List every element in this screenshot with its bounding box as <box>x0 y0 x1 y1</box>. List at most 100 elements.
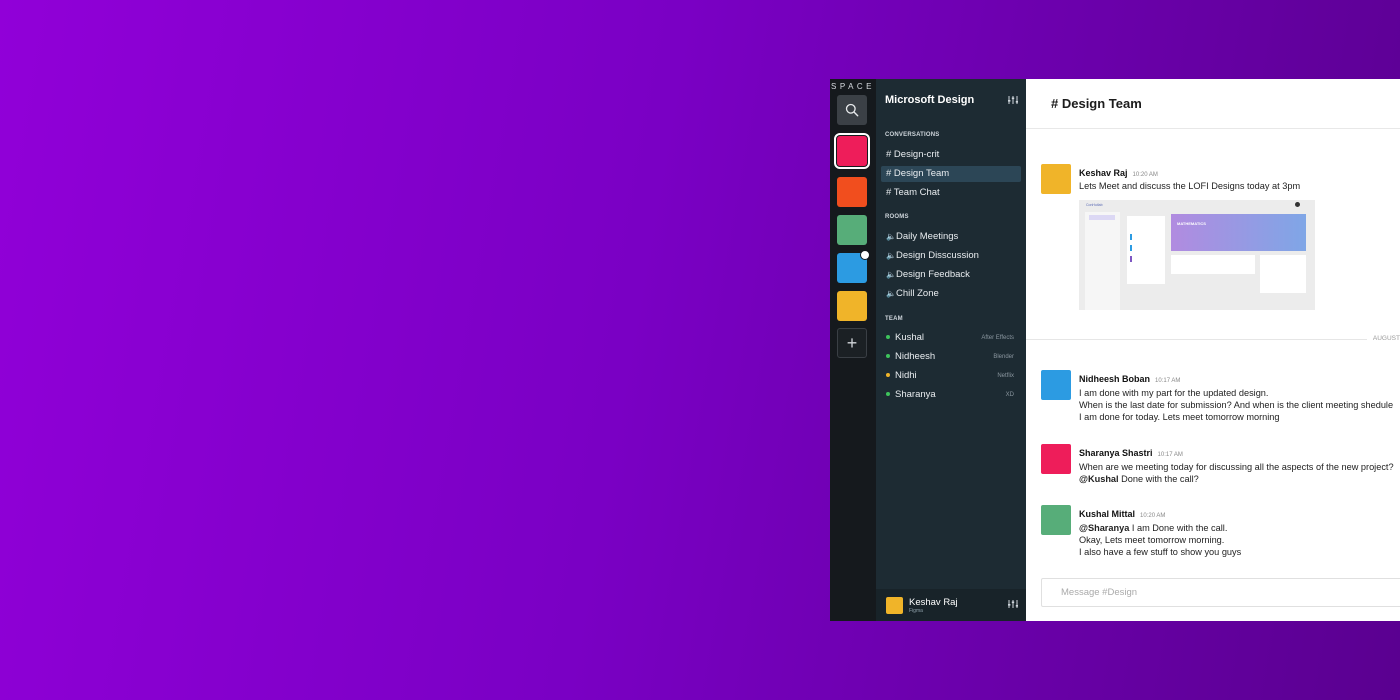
message-text: Okay, Lets meet tomorrow morning. <box>1079 535 1225 545</box>
avatar[interactable] <box>1041 444 1071 474</box>
search-button[interactable] <box>837 95 867 125</box>
room-design-disscussion[interactable]: 🔈Design Disscussion <box>881 248 1021 264</box>
message-author[interactable]: Sharanya Shastri 10:17 AM <box>1079 448 1183 458</box>
speaker-icon: 🔈 <box>886 289 896 298</box>
message-text: I am done for today. Lets meet tomorrow … <box>1079 412 1280 422</box>
message-text: I am done with my part for the updated d… <box>1079 388 1269 398</box>
team-member-sharanya[interactable]: Sharanya XD <box>881 387 1021 403</box>
chat-main: # Design Team Keshav Raj 10:20 AM Lets Me… <box>1026 79 1400 621</box>
workspace-2-button[interactable] <box>837 177 867 207</box>
team-member-nidhi[interactable]: Nidhi Netflix <box>881 368 1021 384</box>
mock-avatar <box>1295 202 1300 207</box>
message-text: When are we meeting today for discussing… <box>1079 462 1394 472</box>
workspace-rail: SPACE + <box>830 79 876 621</box>
mock-banner-title: MATHEMATICS <box>1177 221 1206 226</box>
message-author[interactable]: Nidheesh Boban 10:17 AM <box>1079 374 1180 384</box>
member-name: Kushal <box>895 332 925 343</box>
workspace-3-button[interactable] <box>837 215 867 245</box>
search-icon <box>845 103 859 117</box>
room-label: Chill Zone <box>896 288 939 299</box>
image-attachment[interactable]: ConHutlab MATHEMATICS <box>1079 200 1315 310</box>
message-time: 10:17 AM <box>1155 378 1181 384</box>
status-dot <box>886 335 890 340</box>
header-divider <box>1026 128 1400 129</box>
channel-title: # Design Team <box>1051 96 1142 111</box>
conversations-header: CONVERSATIONS <box>885 132 940 138</box>
message-text: I also have a few stuff to show you guys <box>1079 547 1242 557</box>
room-label: Daily Meetings <box>896 231 959 242</box>
channel-sidebar: Microsoft Design CONVERSATIONS # Design-… <box>876 79 1026 621</box>
avatar[interactable] <box>1041 370 1071 400</box>
member-tool: Blender <box>993 354 1014 360</box>
status-dot <box>886 354 890 359</box>
message-time: 10:17 AM <box>1157 452 1183 458</box>
mock-list-panel <box>1127 216 1165 284</box>
conversation-team-chat[interactable]: # Team Chat <box>881 185 1021 201</box>
workspace-4-button[interactable] <box>837 250 870 283</box>
member-name: Sharanya <box>895 389 936 400</box>
mock-sidebar <box>1085 212 1120 310</box>
author-name: Nidheesh Boban <box>1079 374 1151 384</box>
member-name: Nidheesh <box>895 351 936 362</box>
speaker-icon: 🔈 <box>886 270 896 279</box>
speaker-icon: 🔈 <box>886 232 896 241</box>
settings-icon[interactable] <box>1008 599 1018 609</box>
avatar[interactable] <box>886 597 903 614</box>
current-user-subtitle: Figma <box>909 608 923 614</box>
current-user-name: Keshav Raj <box>909 597 958 608</box>
message-text: @Sharanya I am Done with the call. <box>1079 523 1227 533</box>
mock-list-marker <box>1130 234 1132 240</box>
author-name: Sharanya Shastri <box>1079 448 1153 458</box>
conversation-design-team[interactable]: # Design Team <box>881 166 1021 182</box>
message-text-rest: Done with the call? <box>1118 474 1199 484</box>
brand-logo: SPACE <box>830 82 876 91</box>
member-tool: Netflix <box>997 373 1014 379</box>
conversation-design-crit[interactable]: # Design-crit <box>881 147 1021 163</box>
avatar[interactable] <box>1041 505 1071 535</box>
mock-nav-active <box>1089 215 1115 220</box>
room-label: Design Feedback <box>896 269 970 280</box>
author-name: Keshav Raj <box>1079 168 1128 178</box>
org-name[interactable]: Microsoft Design <box>885 94 974 106</box>
mock-list-marker <box>1130 256 1132 262</box>
member-tool: XD <box>1005 392 1014 398</box>
message-text: @Kushal Done with the call? <box>1079 474 1199 484</box>
workspace-1-button[interactable] <box>834 133 870 169</box>
room-daily-meetings[interactable]: 🔈Daily Meetings <box>881 229 1021 245</box>
current-user-bar: Keshav Raj Figma <box>876 589 1026 621</box>
message-time: 10:20 AM <box>1140 513 1166 519</box>
mention[interactable]: @Sharanya <box>1079 523 1129 533</box>
avatar[interactable] <box>1041 164 1071 194</box>
team-header: TEAM <box>885 316 903 322</box>
speaker-icon: 🔈 <box>886 251 896 260</box>
filter-icon[interactable] <box>1008 95 1018 105</box>
message-input[interactable]: Message #Design <box>1041 578 1400 607</box>
message-time: 10:20 AM <box>1132 172 1158 178</box>
message-author[interactable]: Keshav Raj 10:20 AM <box>1079 168 1158 178</box>
member-name: Nidhi <box>895 370 917 381</box>
message-text-rest: I am Done with the call. <box>1129 523 1228 533</box>
room-chill-zone[interactable]: 🔈Chill Zone <box>881 286 1021 302</box>
message-text: When is the last date for submission? An… <box>1079 400 1394 410</box>
message-text: Lets Meet and discuss the LOFI Designs t… <box>1079 181 1301 191</box>
message-author[interactable]: Kushal Mittal 10:20 AM <box>1079 509 1165 519</box>
date-divider <box>1026 339 1400 340</box>
mock-list-marker <box>1130 245 1132 251</box>
date-divider-label: AUGUST <box>1366 335 1400 342</box>
notification-dot <box>860 250 870 260</box>
member-tool: After Effects <box>981 335 1014 341</box>
status-dot <box>886 373 890 378</box>
message-input-placeholder: Message #Design <box>1061 587 1138 598</box>
status-dot <box>886 392 890 397</box>
workspace-5-button[interactable] <box>837 291 867 321</box>
rooms-header: ROOMS <box>885 214 909 220</box>
team-member-kushal[interactable]: Kushal After Effects <box>881 330 1021 346</box>
team-member-nidheesh[interactable]: Nidheesh Blender <box>881 349 1021 365</box>
add-workspace-button[interactable]: + <box>837 328 867 358</box>
room-label: Design Disscussion <box>896 250 979 261</box>
chat-app-window: SPACE + Microsoft Design CONVERSATIONS #… <box>830 79 1400 621</box>
mock-card <box>1260 255 1306 293</box>
mention[interactable]: @Kushal <box>1079 474 1119 484</box>
mock-app-name: ConHutlab <box>1086 203 1103 207</box>
room-design-feedback[interactable]: 🔈Design Feedback <box>881 267 1021 283</box>
